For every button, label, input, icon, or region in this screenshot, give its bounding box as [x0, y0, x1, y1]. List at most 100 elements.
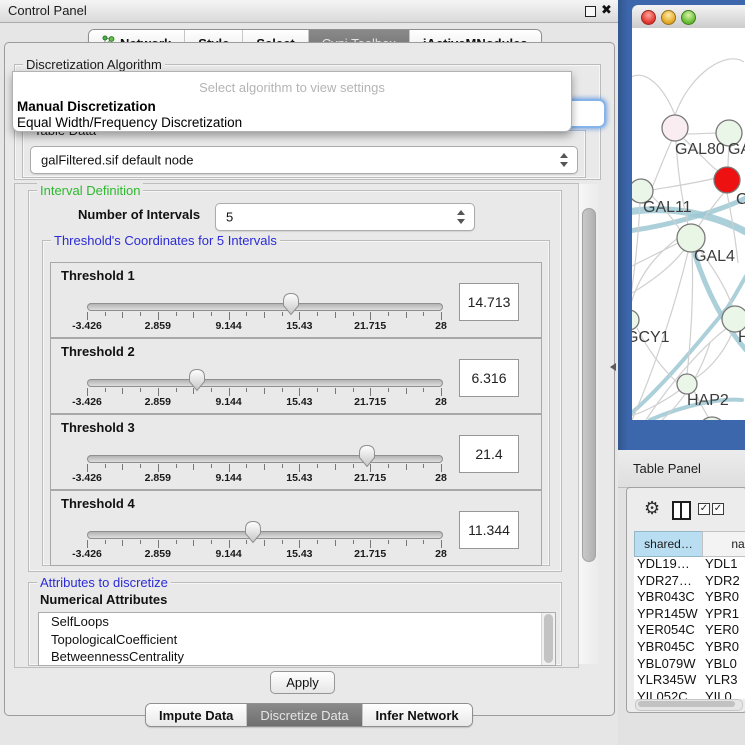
slider-tick [229, 464, 230, 472]
list-scrollbar-thumb[interactable] [544, 614, 553, 663]
zoom-traffic-light-icon[interactable] [681, 10, 696, 25]
columns-icon[interactable] [672, 501, 691, 520]
name-cell[interactable]: YBL0 [703, 656, 737, 671]
threshold-4-slider-thumb[interactable] [244, 520, 262, 549]
threshold-3-value-field[interactable]: 21.4 [459, 435, 519, 473]
network-window-titlebar [632, 5, 745, 29]
column-header-name[interactable]: na [702, 531, 745, 557]
network-node[interactable] [714, 167, 740, 193]
list-scrollbar[interactable] [541, 613, 555, 665]
threshold-2-slider-track[interactable] [87, 379, 443, 387]
attribute-items: SelfLoopsTopologicalCoefficientBetweenne… [39, 613, 555, 666]
horizontal-scrollbar-thumb[interactable] [638, 701, 735, 707]
table-row[interactable]: YPR145WYPR1 [634, 606, 745, 623]
network-node[interactable] [699, 417, 725, 420]
attribute-list-item[interactable]: SelfLoops [39, 613, 555, 631]
shared-name-cell[interactable]: YDL19… [634, 556, 703, 571]
shared-name-cell[interactable]: YLR345W [634, 672, 703, 687]
threshold-2-value-field[interactable]: 6.316 [459, 359, 519, 397]
checkbox-select-all-icon[interactable]: ✓ [698, 503, 710, 515]
shared-name-cell[interactable]: YDR27… [634, 573, 703, 588]
shared-name-cell[interactable]: YIL052C [634, 689, 703, 699]
algorithm-hint: Select algorithm to view settings [13, 80, 571, 95]
threshold-3-label: Threshold 3 [61, 420, 135, 435]
close-icon[interactable]: ✖ [601, 2, 612, 18]
attributes-group-title: Attributes to discretize [37, 575, 171, 590]
apply-button[interactable]: Apply [270, 671, 335, 694]
threshold-4-value-field[interactable]: 11.344 [459, 511, 519, 549]
network-graph[interactable]: GAL80GACGAL11GAL4GCY1HHAP2 [632, 28, 745, 420]
network-node[interactable] [662, 115, 688, 141]
slider-tick [140, 464, 141, 468]
slider-tick-label: 2.859 [132, 320, 184, 332]
network-node-label: GAL11 [643, 199, 692, 216]
table-row[interactable]: YDR27…YDR2 [634, 573, 745, 590]
slider-tick [140, 388, 141, 392]
shared-name-cell[interactable]: YPR145W [634, 606, 703, 621]
slider-tick [158, 312, 159, 320]
name-cell[interactable]: YDR2 [703, 573, 740, 588]
table-row[interactable]: YBL079WYBL0 [634, 656, 745, 673]
network-node[interactable] [632, 310, 639, 330]
table-row[interactable]: YDL19…YDL1 [634, 556, 745, 573]
column-header-shared-name[interactable]: shared… [634, 531, 703, 557]
bottom-tab-infer-network[interactable]: Infer Network [362, 704, 472, 726]
minimize-traffic-light-icon[interactable] [661, 10, 676, 25]
shared-name-cell[interactable]: YER054C [634, 622, 703, 637]
number-of-intervals-combo[interactable]: 5 [215, 203, 475, 231]
slider-tick [353, 312, 354, 316]
slider-tick [176, 540, 177, 544]
table-row[interactable]: YIL052CYIL0 [634, 689, 745, 699]
checkbox-select-none-icon[interactable]: ✓ [712, 503, 724, 515]
slider-tick [441, 312, 442, 320]
threshold-1-value-field[interactable]: 14.713 [459, 283, 519, 321]
slider-tick [176, 388, 177, 392]
table-row[interactable]: YLR345WYLR3 [634, 672, 745, 689]
name-cell[interactable]: YBR0 [703, 589, 739, 604]
slider-tick [176, 312, 177, 316]
bottom-tab-impute-data[interactable]: Impute Data [146, 704, 246, 726]
close-traffic-light-icon[interactable] [641, 10, 656, 25]
name-cell[interactable]: YER0 [703, 622, 739, 637]
shared-name-cell[interactable]: YBL079W [634, 656, 703, 671]
vertical-scrollbar-thumb[interactable] [582, 208, 596, 562]
splitter-collapse-icon[interactable] [610, 363, 616, 371]
name-cell[interactable]: YDL1 [703, 556, 738, 571]
name-cell[interactable]: YLR3 [703, 672, 738, 687]
attribute-list-item[interactable]: BetweennessCentrality [39, 648, 555, 666]
slider-tick [388, 540, 389, 544]
slider-tick-label: 28 [415, 320, 467, 332]
threshold-2-label: Threshold 2 [61, 344, 135, 359]
horizontal-scrollbar[interactable] [635, 699, 743, 711]
attribute-list-item[interactable]: TopologicalCoefficient [39, 631, 555, 649]
name-cell[interactable]: YBR0 [703, 639, 739, 654]
threshold-4-slider-track[interactable] [87, 531, 443, 539]
vertical-scrollbar[interactable] [578, 184, 598, 664]
table-data-combo[interactable]: galFiltered.sif default node [30, 146, 578, 174]
table-row[interactable]: YER054CYER0 [634, 622, 745, 639]
threshold-3-slider-track[interactable] [87, 455, 443, 463]
slider-tick [406, 388, 407, 394]
shared-name-cell[interactable]: YBR043C [634, 589, 703, 604]
threshold-1-slider-track[interactable] [87, 303, 443, 311]
gear-icon[interactable]: ⚙ [644, 498, 660, 519]
shared-name-cell[interactable]: YBR045C [634, 639, 703, 654]
table-row[interactable]: YBR045CYBR0 [634, 639, 745, 656]
network-node[interactable] [677, 374, 697, 394]
slider-tick [353, 540, 354, 544]
node-table[interactable]: shared… na YDL19…YDL1YDR27…YDR2YBR043CYB… [634, 531, 745, 699]
menu-item-manual-discretization[interactable]: Manual Discretization [17, 99, 156, 114]
threshold-2-slider-thumb[interactable] [188, 368, 206, 397]
name-cell[interactable]: YPR1 [703, 606, 739, 621]
name-cell[interactable]: YIL0 [703, 689, 732, 699]
threshold-3-slider-thumb[interactable] [358, 444, 376, 473]
slider-tick-label: 21.715 [344, 548, 396, 560]
bottom-tab-discretize-data[interactable]: Discretize Data [246, 704, 361, 726]
slider-tick-label: 28 [415, 396, 467, 408]
slider-tick [282, 540, 283, 544]
table-row[interactable]: YBR043CYBR0 [634, 589, 745, 606]
menu-item-equal-width-frequency[interactable]: Equal Width/Frequency Discretization [17, 115, 242, 130]
numerical-attributes-list[interactable]: SelfLoopsTopologicalCoefficientBetweenne… [38, 612, 556, 666]
float-window-icon[interactable] [585, 6, 596, 17]
threshold-1-slider-thumb[interactable] [282, 292, 300, 321]
